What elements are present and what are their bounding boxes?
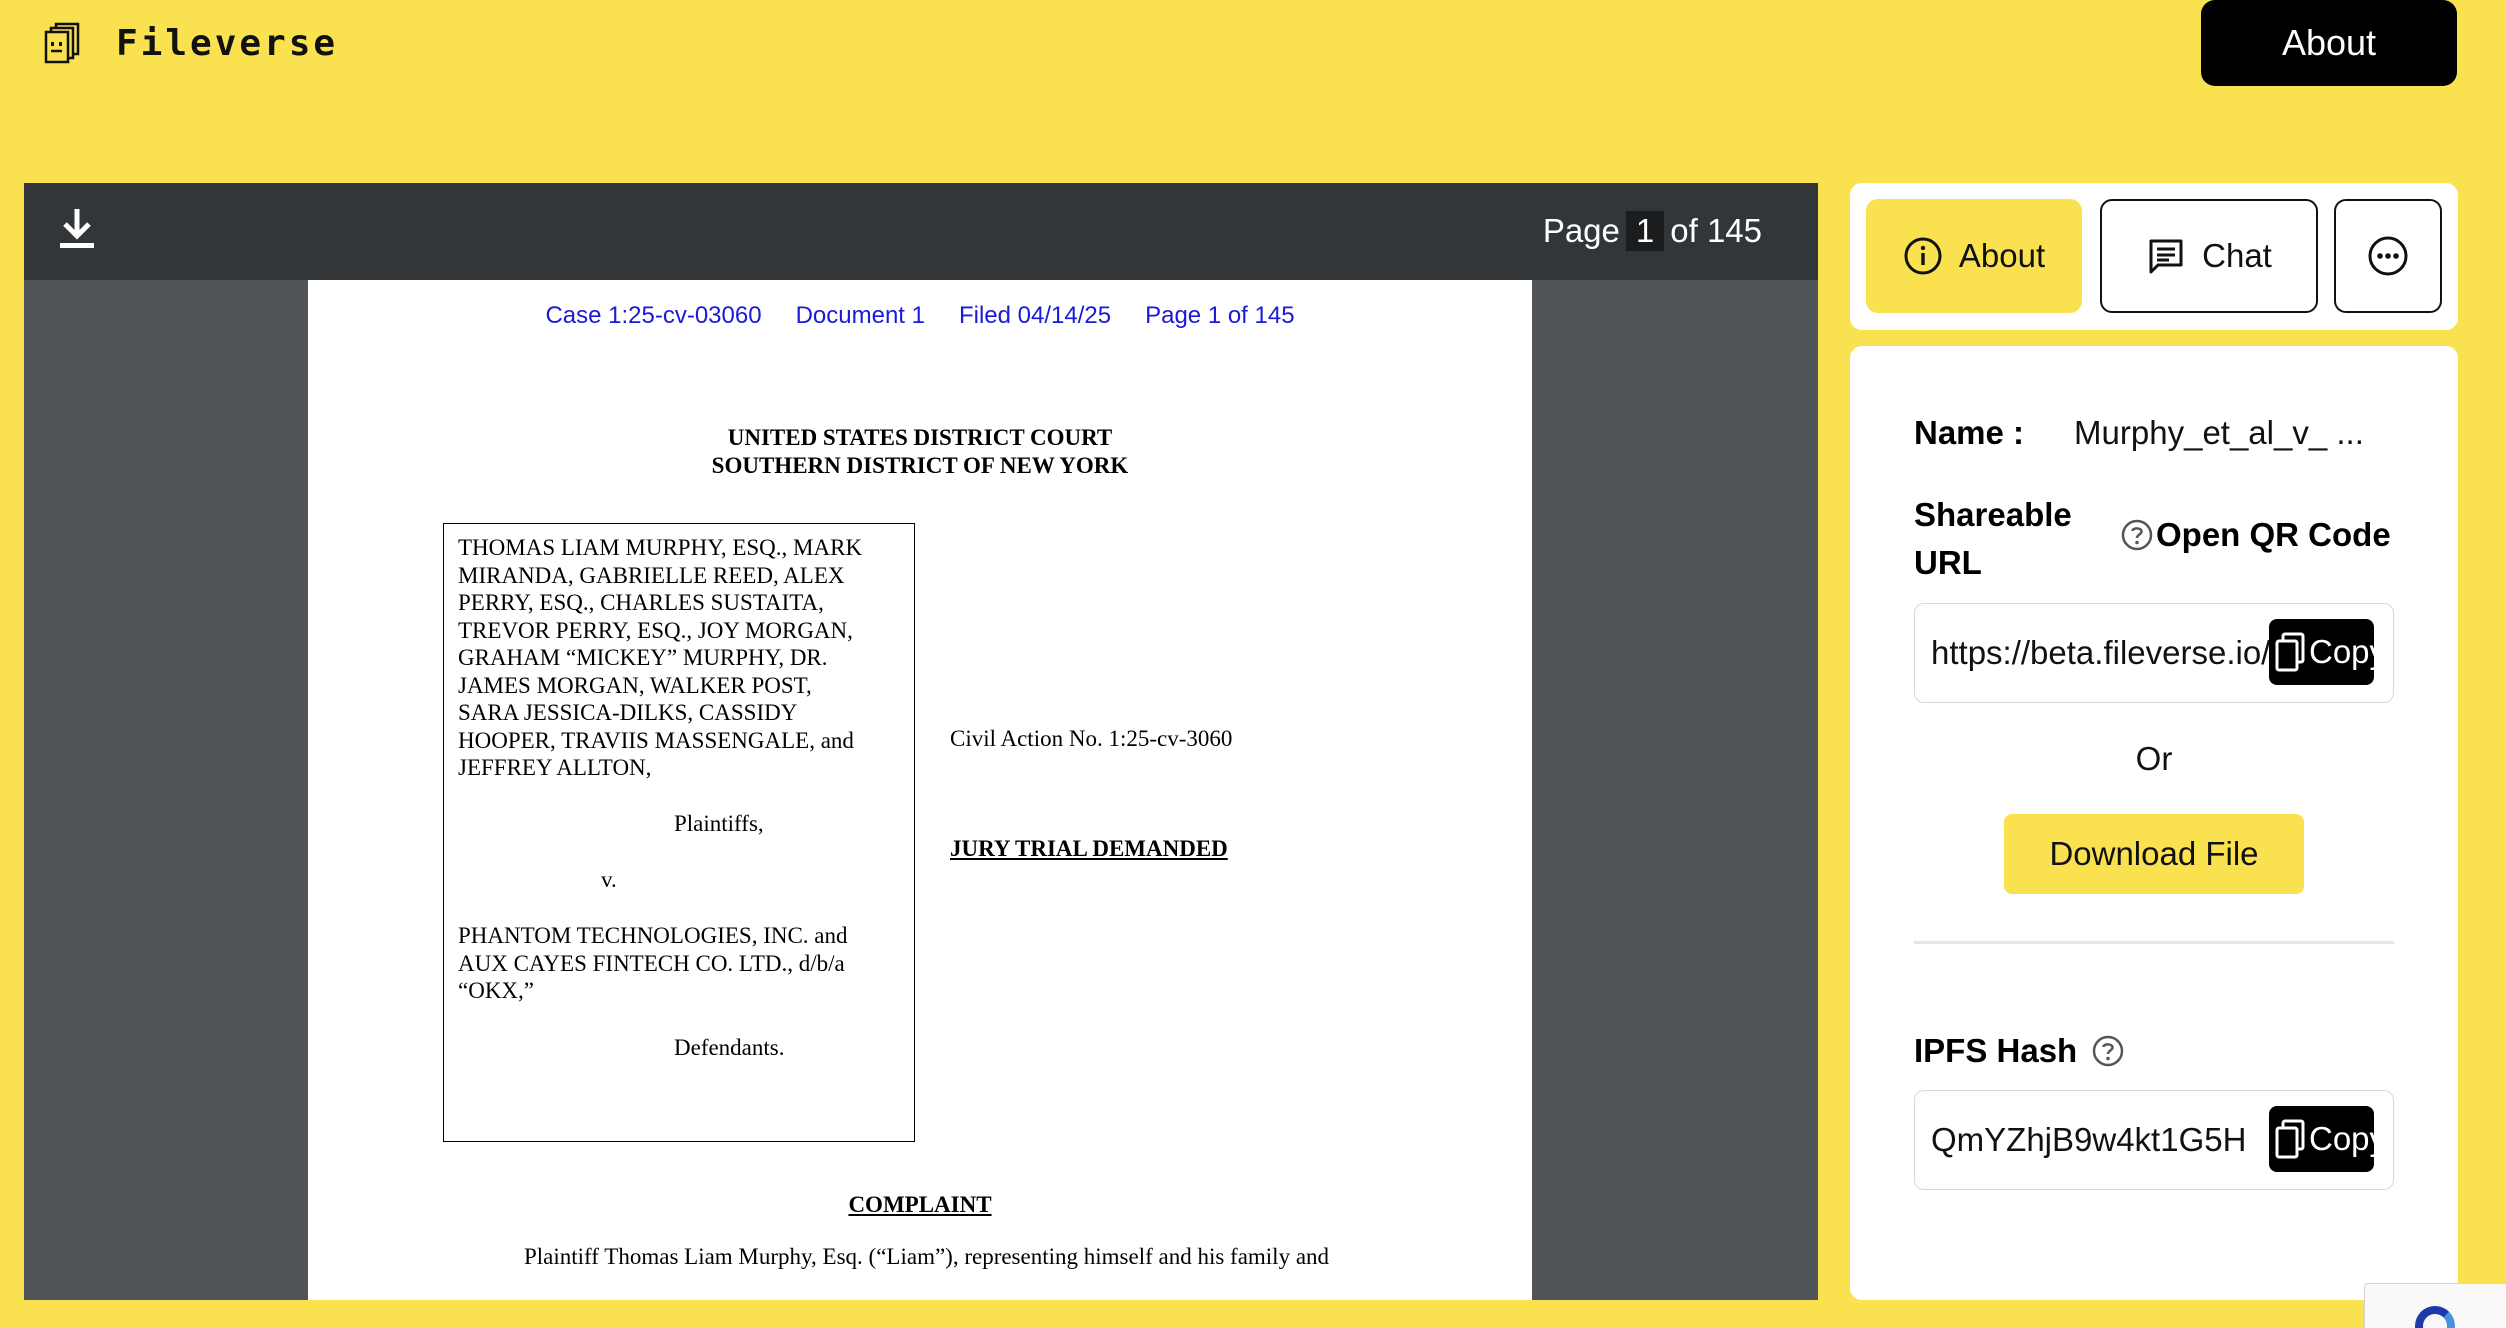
recaptcha-badge[interactable] bbox=[2364, 1283, 2506, 1328]
plaintiff-line: JEFFREY ALLTON, bbox=[458, 755, 652, 780]
plaintiff-line: THOMAS LIAM MURPHY, ESQ., MARK bbox=[458, 535, 863, 560]
copy-icon bbox=[2275, 632, 2305, 672]
complaint-body-line: Plaintiff Thomas Liam Murphy, Esq. (“Lia… bbox=[524, 1244, 1330, 1269]
more-icon bbox=[2368, 236, 2408, 276]
copy-hash-label: Copy bbox=[2309, 1120, 2374, 1157]
page-of: Page 1 of 145 bbox=[1145, 302, 1295, 329]
recaptcha-icon bbox=[2415, 1306, 2455, 1328]
ipfs-hash-value[interactable]: QmYZhjB9w4kt1G5H bbox=[1931, 1121, 2271, 1159]
ipfs-hash-field[interactable]: QmYZhjB9w4kt1G5H Copy bbox=[1914, 1090, 2394, 1190]
tab-chat-label: Chat bbox=[2202, 237, 2272, 274]
plaintiffs-label: Plaintiffs, bbox=[674, 811, 764, 836]
plaintiff-line: HOOPER, TRAVIIS MASSENGALE, and bbox=[458, 727, 854, 753]
shareable-url-value[interactable]: https://beta.fileverse.io/ bbox=[1931, 634, 2271, 672]
page-label: Page bbox=[1542, 212, 1620, 249]
plaintiff-line: MIRANDA, GABRIELLE REED, ALEX bbox=[458, 562, 845, 588]
plaintiff-line: JAMES MORGAN, WALKER POST, bbox=[458, 672, 812, 698]
jury-demand: JURY TRIAL DEMANDED bbox=[950, 836, 1228, 861]
shareable-url-label: Shareable URL bbox=[1914, 496, 2072, 581]
chat-icon bbox=[2149, 239, 2183, 274]
plaintiff-names: THOMAS LIAM MURPHY, ESQ., MARK MIRANDA, … bbox=[458, 534, 898, 782]
panel-tabs: About Chat bbox=[1850, 183, 2458, 330]
case-caption-box: THOMAS LIAM MURPHY, ESQ., MARK MIRANDA, … bbox=[443, 523, 915, 1142]
defendant-line: AUX CAYES FINTECH CO. LTD., d/b/a bbox=[458, 950, 845, 976]
download-icon[interactable] bbox=[54, 205, 100, 251]
plaintiff-line: PERRY, ESQ., CHARLES SUSTAITA, bbox=[458, 590, 824, 615]
defendant-line: PHANTOM TECHNOLOGIES, INC. and bbox=[458, 923, 848, 948]
app-name: Fileverse bbox=[116, 22, 339, 64]
ecf-header: Case 1:25-cv-03060 Document 1 Filed 04/1… bbox=[308, 302, 1532, 330]
document-number: Document 1 bbox=[795, 302, 925, 329]
file-name-row: Name : Murphy_et_al_v_ ... bbox=[1914, 414, 2364, 452]
open-qr-code-link[interactable]: Open QR Code bbox=[2120, 516, 2391, 554]
help-icon[interactable] bbox=[2091, 1034, 2125, 1068]
defendants-label: Defendants. bbox=[674, 1035, 785, 1060]
page-indicator: Page 1 of 145 bbox=[1543, 211, 1762, 251]
top-about-button[interactable]: About bbox=[2201, 0, 2457, 86]
civil-action-number: Civil Action No. 1:25-cv-3060 bbox=[950, 726, 1233, 751]
plaintiff-line: TREVOR PERRY, ESQ., JOY MORGAN, bbox=[458, 617, 853, 643]
pdf-viewer: Page 1 of 145 Case 1:25-cv-03060 Documen… bbox=[24, 183, 1818, 1300]
tab-chat[interactable]: Chat bbox=[2100, 199, 2318, 313]
court-line-2: SOUTHERN DISTRICT OF NEW YORK bbox=[711, 453, 1129, 478]
page-number-input[interactable]: 1 bbox=[1625, 211, 1665, 251]
info-icon bbox=[1904, 237, 1942, 275]
versus-label: v. bbox=[601, 867, 617, 892]
page-total: of 145 bbox=[1670, 212, 1762, 249]
court-name: UNITED STATES DISTRICT COURT SOUTHERN DI… bbox=[308, 424, 1532, 480]
open-qr-code-label: Open QR Code bbox=[2156, 516, 2391, 553]
download-file-button[interactable]: Download File bbox=[2004, 814, 2304, 894]
top-bar: Fileverse About bbox=[0, 0, 2506, 100]
file-name-value: Murphy_et_al_v_ ... bbox=[2074, 414, 2364, 451]
name-label: Name : bbox=[1914, 414, 2025, 451]
ipfs-hash-label: IPFS Hash bbox=[1914, 1032, 2125, 1070]
court-line-1: UNITED STATES DISTRICT COURT bbox=[727, 425, 1113, 450]
plaintiff-line: SARA JESSICA-DILKS, CASSIDY bbox=[458, 700, 798, 725]
ipfs-hash-title: IPFS Hash bbox=[1914, 1032, 2078, 1069]
fileverse-logo-icon bbox=[44, 22, 80, 64]
tab-about[interactable]: About bbox=[1866, 199, 2082, 313]
complaint-title: COMPLAINT bbox=[848, 1192, 992, 1217]
tab-more[interactable] bbox=[2334, 199, 2442, 313]
filed-date: Filed 04/14/25 bbox=[958, 302, 1112, 329]
copy-url-button[interactable]: Copy bbox=[2269, 619, 2374, 685]
copy-hash-button[interactable]: Copy bbox=[2269, 1106, 2374, 1172]
file-info-card: Name : Murphy_et_al_v_ ... Shareable URL… bbox=[1850, 346, 2458, 1300]
case-number: Case 1:25-cv-03060 bbox=[545, 302, 762, 329]
app-logo[interactable]: Fileverse bbox=[40, 20, 338, 66]
tab-about-label: About bbox=[1958, 237, 2046, 274]
divider bbox=[1914, 941, 2394, 944]
plaintiff-line: GRAHAM “MICKEY” MURPHY, DR. bbox=[458, 645, 828, 670]
defendant-line: “OKX,” bbox=[458, 978, 534, 1003]
or-separator: Or bbox=[2135, 740, 2173, 777]
viewer-toolbar: Page 1 of 145 bbox=[24, 183, 1818, 280]
shareable-url-field[interactable]: https://beta.fileverse.io/ Copy bbox=[1914, 603, 2394, 703]
copy-url-label: Copy bbox=[2309, 633, 2374, 670]
document-page: Case 1:25-cv-03060 Document 1 Filed 04/1… bbox=[308, 280, 1532, 1300]
defendant-names: PHANTOM TECHNOLOGIES, INC. and AUX CAYES… bbox=[458, 922, 898, 1005]
copy-icon bbox=[2275, 1119, 2305, 1159]
help-icon bbox=[2121, 519, 2153, 551]
